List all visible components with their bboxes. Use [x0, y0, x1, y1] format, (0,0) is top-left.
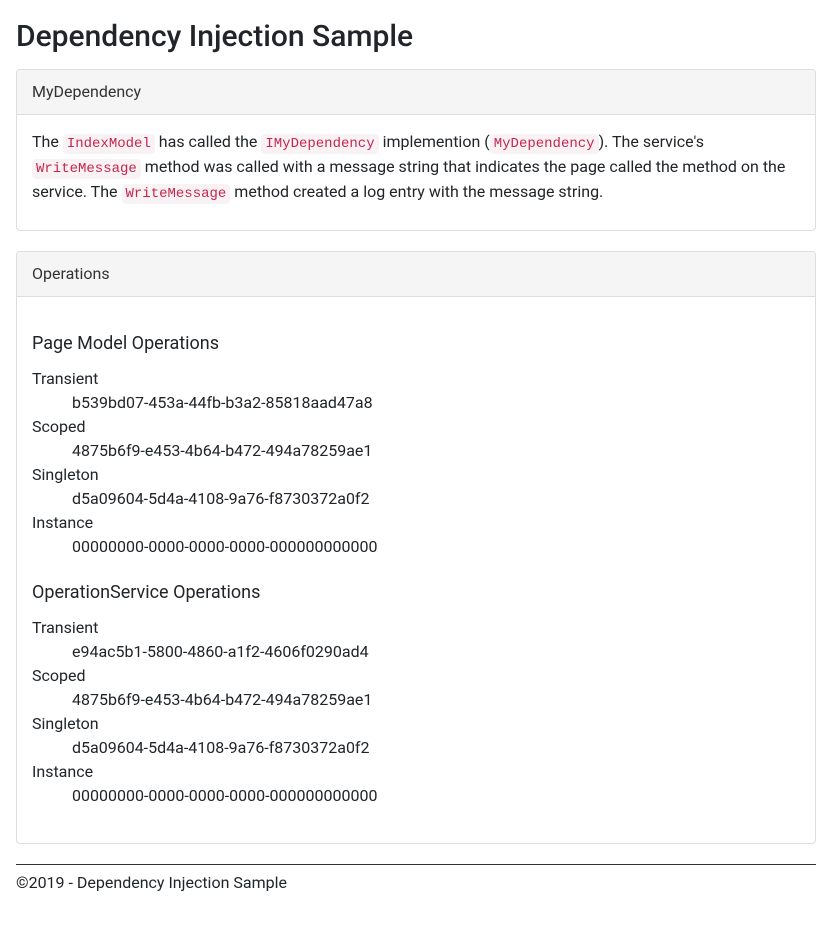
transient-label: Transient [32, 367, 800, 391]
mydependency-panel: MyDependency The IndexModel has called t… [16, 69, 816, 231]
code-writemessage-2: WriteMessage [122, 184, 231, 204]
instance-label: Instance [32, 511, 800, 535]
scoped-value: 4875b6f9-e453-4b64-b472-494a78259ae1 [72, 439, 800, 463]
transient-label: Transient [32, 616, 800, 640]
scoped-label: Scoped [32, 664, 800, 688]
footer: ©2019 - Dependency Injection Sample [16, 871, 816, 925]
singleton-value: d5a09604-5d4a-4108-9a76-f8730372a0f2 [72, 487, 800, 511]
code-mydependency: MyDependency [490, 134, 599, 154]
operations-panel-body: Page Model Operations Transient b539bd07… [17, 297, 815, 843]
mydependency-panel-heading: MyDependency [17, 70, 815, 115]
code-imydependency: IMyDependency [261, 134, 378, 154]
operation-service-operations-list: Transient e94ac5b1-5800-4860-a1f2-4606f0… [32, 616, 800, 808]
instance-label: Instance [32, 760, 800, 784]
footer-divider [16, 864, 816, 865]
text-part: ). The service's [599, 132, 704, 151]
instance-value: 00000000-0000-0000-0000-000000000000 [72, 784, 800, 808]
code-writemessage: WriteMessage [32, 159, 141, 179]
text-part: method created a log entry with the mess… [230, 182, 603, 201]
operations-panel-heading: Operations [17, 252, 815, 297]
operations-panel: Operations Page Model Operations Transie… [16, 251, 816, 844]
transient-value: e94ac5b1-5800-4860-a1f2-4606f0290ad4 [72, 640, 800, 664]
mydependency-panel-body: The IndexModel has called the IMyDepende… [17, 115, 815, 230]
scoped-label: Scoped [32, 415, 800, 439]
instance-value: 00000000-0000-0000-0000-000000000000 [72, 535, 800, 559]
transient-value: b539bd07-453a-44fb-b3a2-85818aad47a8 [72, 391, 800, 415]
text-part: implemention ( [379, 132, 490, 151]
text-part: has called the [155, 132, 262, 151]
code-indexmodel: IndexModel [63, 134, 155, 154]
footer-text: ©2019 - Dependency Injection Sample [16, 871, 816, 895]
page-model-operations-title: Page Model Operations [32, 330, 800, 357]
mydependency-description: The IndexModel has called the IMyDepende… [32, 130, 800, 205]
operation-service-operations-title: OperationService Operations [32, 579, 800, 606]
singleton-label: Singleton [32, 463, 800, 487]
page-title: Dependency Injection Sample [16, 14, 816, 59]
page-model-operations-list: Transient b539bd07-453a-44fb-b3a2-85818a… [32, 367, 800, 559]
text-part: The [32, 132, 63, 151]
singleton-label: Singleton [32, 712, 800, 736]
scoped-value: 4875b6f9-e453-4b64-b472-494a78259ae1 [72, 688, 800, 712]
singleton-value: d5a09604-5d4a-4108-9a76-f8730372a0f2 [72, 736, 800, 760]
